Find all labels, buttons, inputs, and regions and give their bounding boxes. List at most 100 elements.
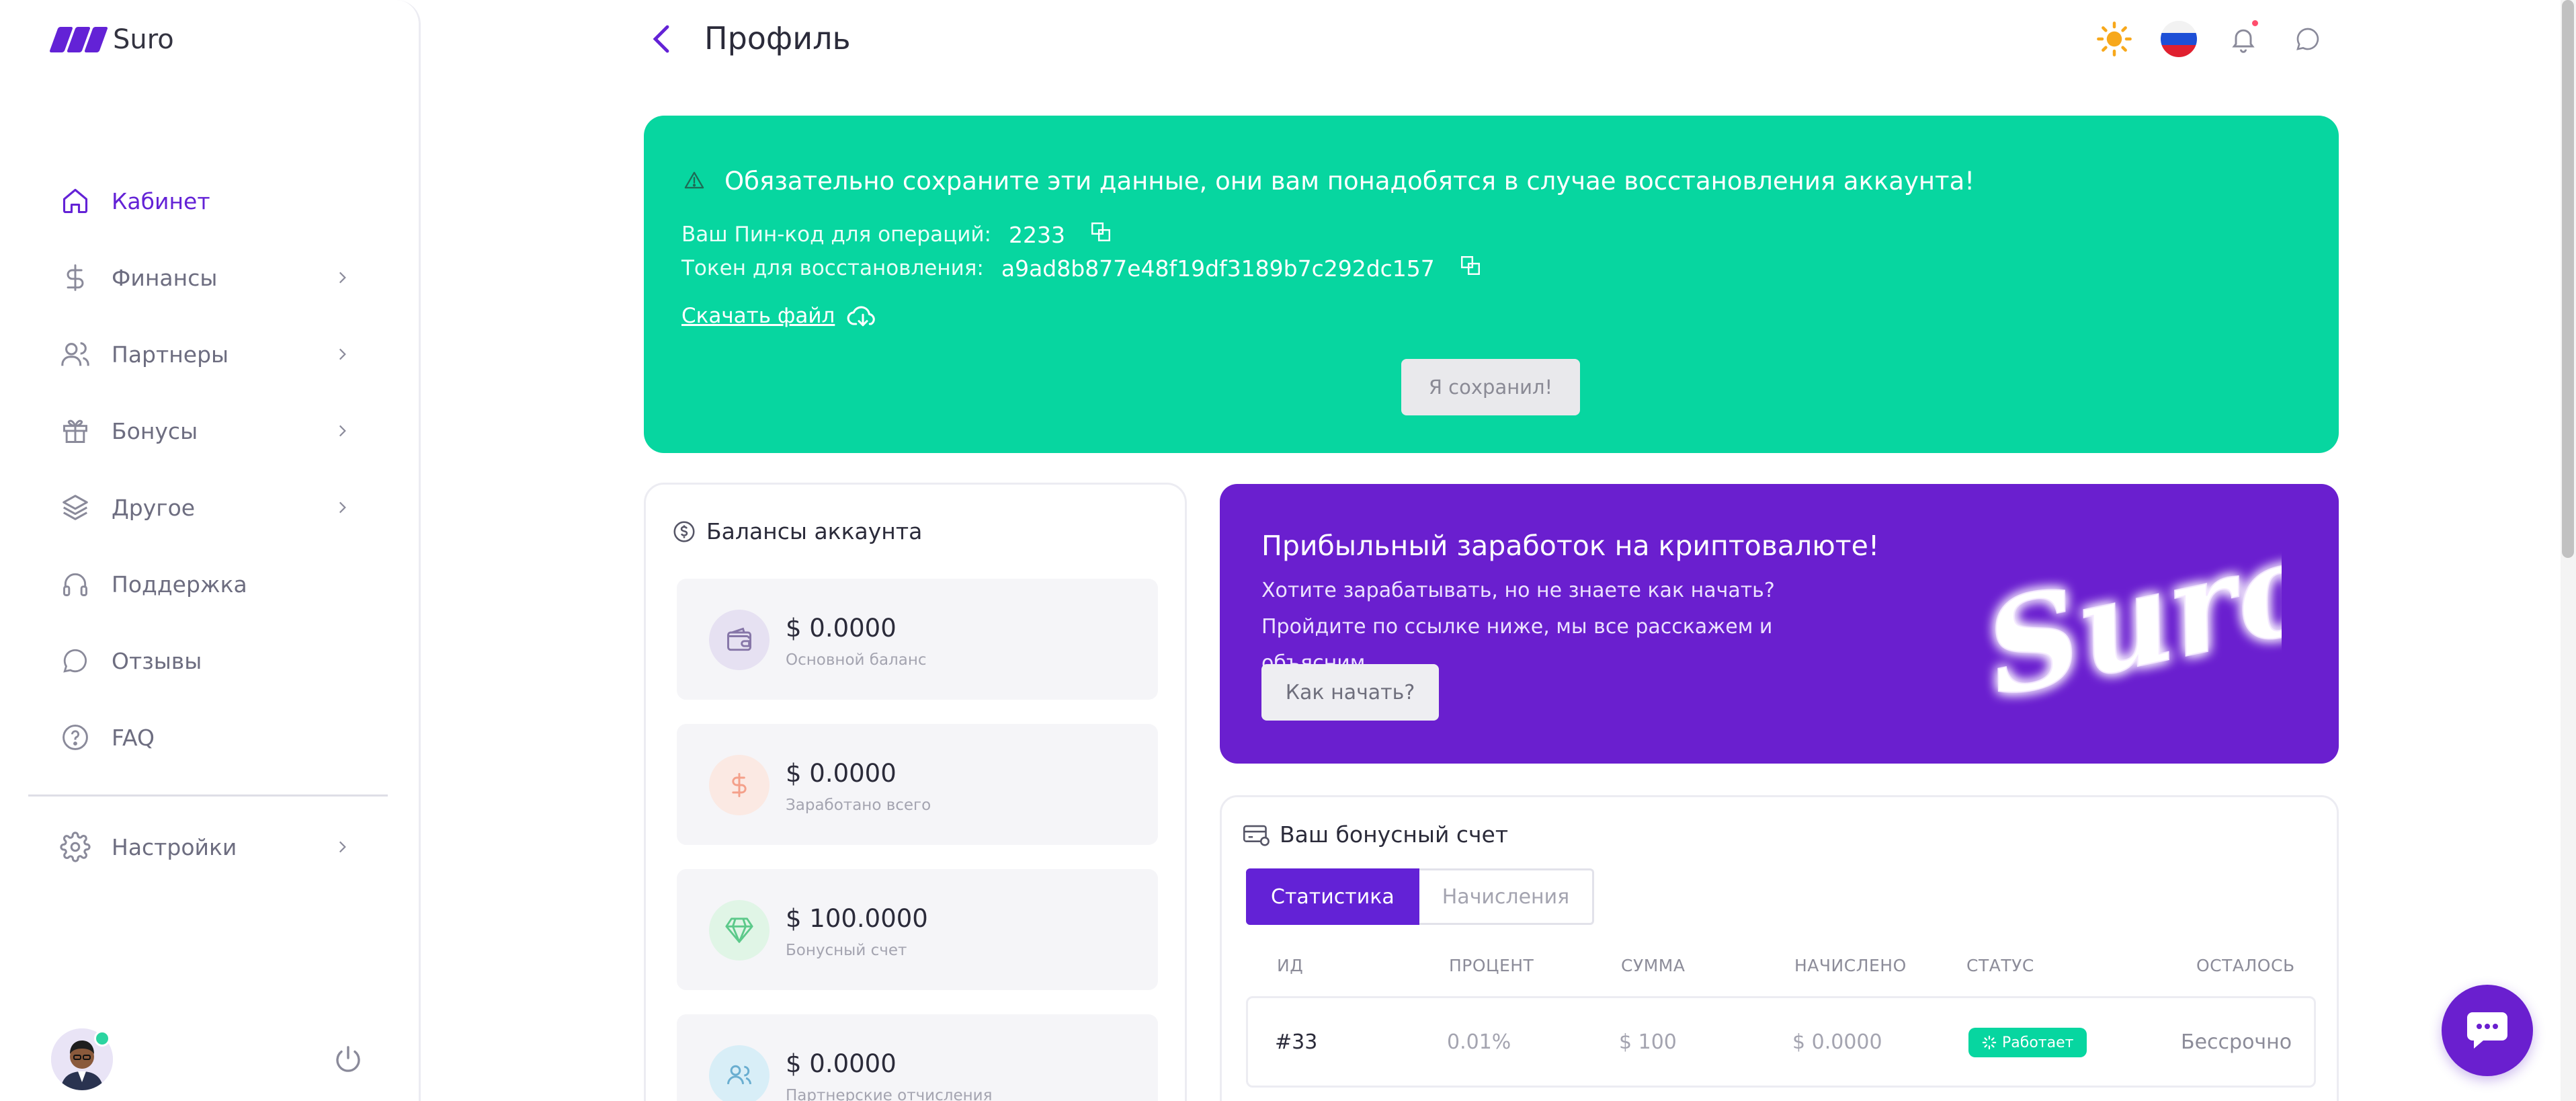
- column-header-id: ИД: [1277, 956, 1304, 975]
- wallet-icon: [709, 610, 770, 670]
- balance-earned: $ 0.0000 Заработано всего: [677, 724, 1158, 845]
- gift-icon: [59, 415, 91, 447]
- logo-text: Suro: [113, 24, 174, 55]
- promo-banner: Прибыльный заработок на криптовалюте! Хо…: [1220, 484, 2339, 764]
- header-actions: [2095, 20, 2327, 58]
- coin-icon: [671, 519, 697, 544]
- card-icon: [1242, 822, 1270, 848]
- bonus-title-row: Ваш бонусный счет: [1242, 821, 1508, 848]
- sidebar-item-label: FAQ: [112, 724, 155, 751]
- tab-accruals[interactable]: Начисления: [1419, 868, 1595, 925]
- sidebar-item-label: Кабинет: [112, 188, 210, 214]
- chevron-right-icon: [333, 269, 351, 289]
- token-value: a9ad8b877e48f19df3189b7c292dc157: [1001, 255, 1435, 282]
- diamond-icon: [709, 900, 770, 961]
- sidebar-item-partners[interactable]: Партнеры: [28, 316, 391, 393]
- sidebar-item-label: Финансы: [112, 264, 218, 291]
- headphones-icon: [59, 568, 91, 600]
- bonus-title: Ваш бонусный счет: [1280, 821, 1509, 848]
- row-sum: $ 100: [1619, 1030, 1677, 1054]
- status-badge: Работает: [1968, 1028, 2087, 1057]
- sidebar-item-label: Бонусы: [112, 417, 198, 444]
- sidebar-item-bonuses[interactable]: Бонусы: [28, 393, 391, 469]
- back-button[interactable]: [649, 23, 675, 58]
- balance-amount: $ 0.0000: [786, 614, 897, 643]
- neon-logo-text: Suro: [1973, 524, 2282, 725]
- tab-statistics[interactable]: Статистика: [1246, 868, 1419, 925]
- sidebar-divider: [28, 794, 388, 797]
- download-file-link[interactable]: Скачать файл: [681, 302, 879, 329]
- sidebar-settings: Настройки: [28, 809, 391, 885]
- logo[interactable]: Suro: [49, 24, 174, 55]
- pin-row: Ваш Пин-код для операций: 2233: [681, 220, 1112, 249]
- sidebar-item-reviews[interactable]: Отзывы: [28, 622, 391, 699]
- warning-icon: [684, 167, 704, 196]
- column-header-sum: СУММА: [1621, 956, 1686, 975]
- sidebar-item-cabinet[interactable]: Кабинет: [28, 163, 391, 239]
- layers-icon: [59, 491, 91, 524]
- column-header-percent: ПРОЦЕНТ: [1449, 956, 1534, 975]
- balances-title: Балансы аккаунта: [706, 518, 923, 544]
- chevron-right-icon: [333, 345, 351, 366]
- token-row: Токен для восстановления: a9ad8b877e48f1…: [681, 254, 1482, 282]
- logo-mark-icon: [49, 26, 109, 54]
- sidebar-nav: Кабинет Финансы Партнеры Бонусы Другое П…: [28, 163, 391, 776]
- sidebar-item-label: Отзывы: [112, 647, 202, 674]
- column-header-status: СТАТУС: [1966, 956, 2034, 975]
- notification-bell-icon[interactable]: [2225, 20, 2262, 58]
- download-label: Скачать файл: [681, 304, 835, 328]
- copy-icon[interactable]: [1089, 220, 1112, 249]
- how-to-start-button[interactable]: Как начать?: [1261, 664, 1439, 721]
- sidebar: Suro Кабинет Финансы Партнеры Бонусы Дру…: [0, 0, 421, 1101]
- neon-logo-image: Suro: [1972, 524, 2282, 726]
- balance-amount: $ 100.0000: [786, 904, 928, 933]
- row-id: #33: [1275, 1030, 1318, 1054]
- sidebar-item-label: Настройки: [112, 833, 237, 860]
- chat-icon[interactable]: [2289, 20, 2327, 58]
- balance-main: $ 0.0000 Основной баланс: [677, 579, 1158, 700]
- chevron-right-icon: [333, 838, 351, 858]
- column-header-left: ОСТАЛОСЬ: [2196, 956, 2295, 975]
- bonus-account-card: Ваш бонусный счет Статистика Начисления …: [1220, 795, 2339, 1101]
- home-icon: [59, 185, 91, 217]
- dollar-icon: [59, 261, 91, 294]
- row-percent: 0.01%: [1447, 1030, 1511, 1054]
- chat-bubble-icon: [2464, 1010, 2510, 1051]
- spinner-icon: [1982, 1035, 1997, 1050]
- alert-header: Обязательно сохраните эти данные, они ва…: [684, 167, 1975, 196]
- power-icon[interactable]: [332, 1043, 364, 1078]
- sidebar-item-support[interactable]: Поддержка: [28, 546, 391, 622]
- table-row[interactable]: #33 0.01% $ 100 $ 0.0000 Работает Бессро…: [1246, 996, 2316, 1088]
- sidebar-item-label: Поддержка: [112, 571, 247, 598]
- sidebar-item-label: Партнеры: [112, 341, 229, 368]
- status-text: Работает: [2002, 1034, 2074, 1051]
- bonus-tabs: Статистика Начисления: [1246, 868, 1595, 925]
- balance-amount: $ 0.0000: [786, 1049, 897, 1078]
- users-icon: [59, 338, 91, 370]
- sidebar-item-other[interactable]: Другое: [28, 469, 391, 546]
- language-flag-ru-icon[interactable]: [2160, 20, 2198, 58]
- online-status-dot: [94, 1030, 110, 1047]
- row-accrued: $ 0.0000: [1792, 1030, 1882, 1054]
- balance-partners: $ 0.0000 Партнерские отчисления: [677, 1014, 1158, 1101]
- balance-label: Бонусный счет: [786, 942, 907, 959]
- balance-label: Партнерские отчисления: [786, 1087, 993, 1101]
- sidebar-item-settings[interactable]: Настройки: [28, 809, 391, 885]
- balance-label: Заработано всего: [786, 797, 931, 814]
- balance-amount: $ 0.0000: [786, 759, 897, 788]
- pin-label: Ваш Пин-код для операций:: [681, 222, 991, 247]
- cloud-download-icon: [847, 302, 879, 329]
- notification-dot: [2252, 20, 2258, 26]
- message-icon: [59, 645, 91, 677]
- scrollbar-thumb[interactable]: [2562, 0, 2574, 558]
- saved-button[interactable]: Я сохранил!: [1401, 359, 1580, 415]
- balance-bonus: $ 100.0000 Бонусный счет: [677, 869, 1158, 990]
- live-chat-button[interactable]: [2442, 985, 2533, 1076]
- sidebar-item-finance[interactable]: Финансы: [28, 239, 391, 316]
- sidebar-item-faq[interactable]: FAQ: [28, 699, 391, 776]
- chevron-right-icon: [333, 499, 351, 519]
- copy-icon[interactable]: [1459, 254, 1482, 282]
- theme-toggle-sun-icon[interactable]: [2095, 20, 2133, 58]
- sidebar-item-label: Другое: [112, 494, 196, 521]
- coin-icon: [709, 755, 770, 815]
